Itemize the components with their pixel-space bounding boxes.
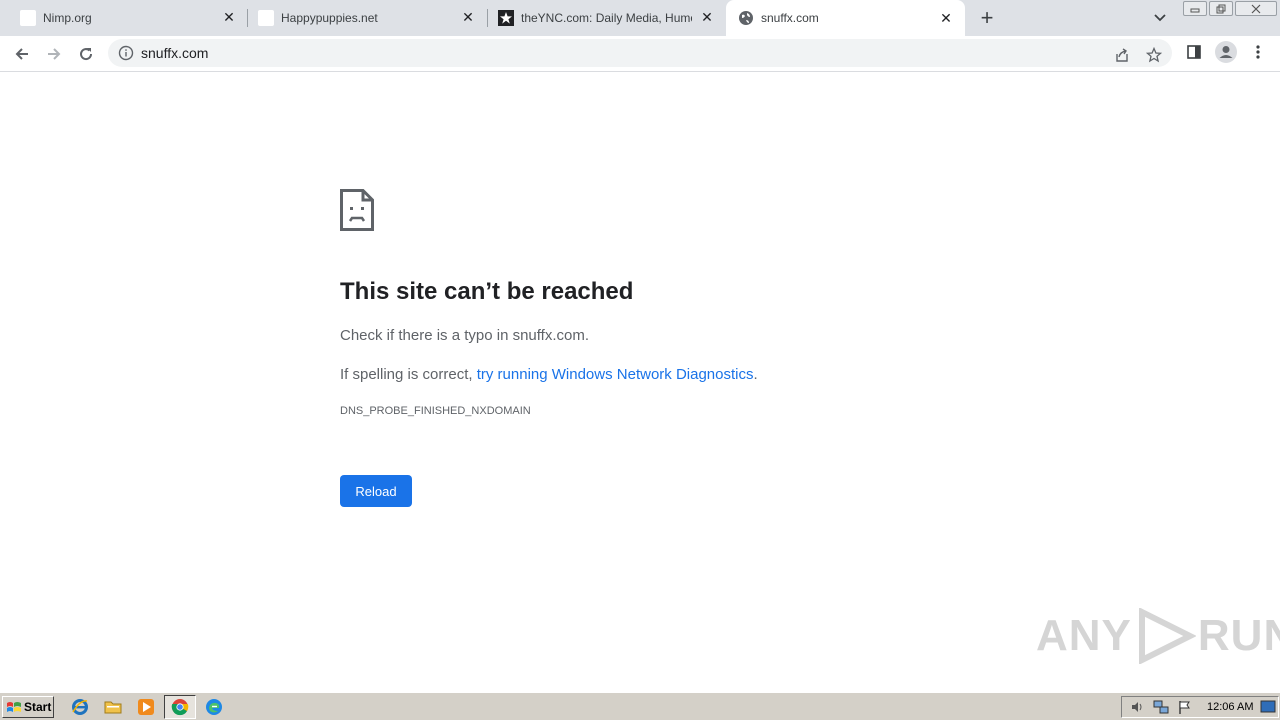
share-icon[interactable]: [1112, 45, 1132, 65]
reload-button[interactable]: Reload: [340, 475, 412, 507]
network-icon[interactable]: [1151, 697, 1171, 717]
side-panel-icon[interactable]: [1184, 42, 1204, 62]
reload-icon: [80, 48, 93, 61]
restore-button[interactable]: [1209, 1, 1233, 16]
tab-theync[interactable]: theYNC.com: Daily Media, Humor, Sh ✕: [488, 0, 726, 35]
ync-star-icon: [498, 9, 514, 26]
tab-happypuppies[interactable]: Happypuppies.net ✕: [248, 0, 487, 35]
blank-page-icon: [20, 9, 36, 26]
back-arrow-icon: [15, 48, 28, 60]
close-window-button[interactable]: [1235, 1, 1277, 16]
info-icon[interactable]: [118, 45, 134, 66]
anyrun-watermark: ANY RUN: [1036, 608, 1280, 664]
minimize-button[interactable]: [1183, 1, 1207, 16]
tab-search-chevron-icon[interactable]: [1150, 8, 1170, 28]
tab-title: Happypuppies.net: [281, 10, 378, 25]
tab-title: Nimp.org: [43, 10, 92, 25]
show-desktop-icon[interactable]: [1258, 697, 1278, 717]
media-player-icon[interactable]: [136, 697, 156, 717]
watermark-text-left: ANY: [1036, 611, 1132, 660]
reload-toolbar-button[interactable]: [74, 42, 98, 66]
back-button[interactable]: [10, 42, 34, 66]
forward-arrow-icon: [48, 48, 61, 60]
error-title: This site can’t be reached: [340, 278, 634, 305]
volume-icon[interactable]: [1127, 697, 1147, 717]
new-tab-button[interactable]: +: [975, 5, 999, 30]
action-center-flag-icon[interactable]: [1175, 697, 1195, 717]
close-tab-icon[interactable]: ✕: [698, 9, 716, 27]
browser-toolbar: snuffx.com: [0, 36, 1280, 72]
close-tab-icon[interactable]: ✕: [459, 9, 477, 27]
close-tab-icon[interactable]: ✕: [220, 9, 238, 27]
tab-nimp[interactable]: Nimp.org ✕: [0, 0, 248, 35]
globe-icon: [738, 10, 754, 26]
bookmark-star-icon[interactable]: [1144, 45, 1164, 65]
chrome-icon[interactable]: [170, 697, 190, 717]
tab-strip: Nimp.org ✕ Happypuppies.net ✕ theYNC.com…: [0, 0, 1280, 36]
forward-button[interactable]: [42, 42, 66, 66]
start-label: Start: [24, 700, 52, 714]
play-triangle-icon: [1138, 608, 1196, 664]
edge-icon[interactable]: [204, 697, 224, 717]
sad-document-icon: [340, 189, 374, 236]
watermark-text-right: RUN: [1197, 611, 1280, 660]
profile-avatar-icon[interactable]: [1215, 41, 1237, 63]
diagnostics-hint: If spelling is correct, try running Wind…: [340, 366, 758, 383]
address-text[interactable]: snuffx.com: [141, 45, 208, 61]
internet-explorer-icon[interactable]: [70, 697, 90, 717]
close-tab-icon[interactable]: ✕: [937, 9, 955, 27]
error-page: This site can’t be reached Check if ther…: [0, 72, 1280, 692]
tab-snuffx[interactable]: snuffx.com ✕: [726, 0, 965, 36]
error-code: DNS_PROBE_FINISHED_NXDOMAIN: [340, 405, 531, 417]
folder-icon[interactable]: [103, 697, 123, 717]
blank-page-icon: [258, 9, 274, 26]
windows-taskbar: Start 12:06 AM: [0, 692, 1280, 720]
tab-title: snuffx.com: [761, 11, 819, 25]
tab-title: theYNC.com: Daily Media, Humor, Sh: [521, 10, 692, 25]
start-button[interactable]: Start: [2, 696, 54, 718]
network-diagnostics-link[interactable]: try running Windows Network Diagnostics: [477, 366, 754, 383]
diagnostics-suffix: .: [753, 366, 758, 383]
taskbar-clock[interactable]: 12:06 AM: [1207, 701, 1253, 713]
address-bar[interactable]: snuffx.com: [108, 39, 1172, 67]
windows-flag-icon: [7, 702, 21, 712]
menu-kebab-icon[interactable]: [1248, 42, 1268, 62]
diagnostics-prefix: If spelling is correct,: [340, 366, 477, 383]
typo-hint: Check if there is a typo in snuffx.com.: [340, 327, 590, 344]
